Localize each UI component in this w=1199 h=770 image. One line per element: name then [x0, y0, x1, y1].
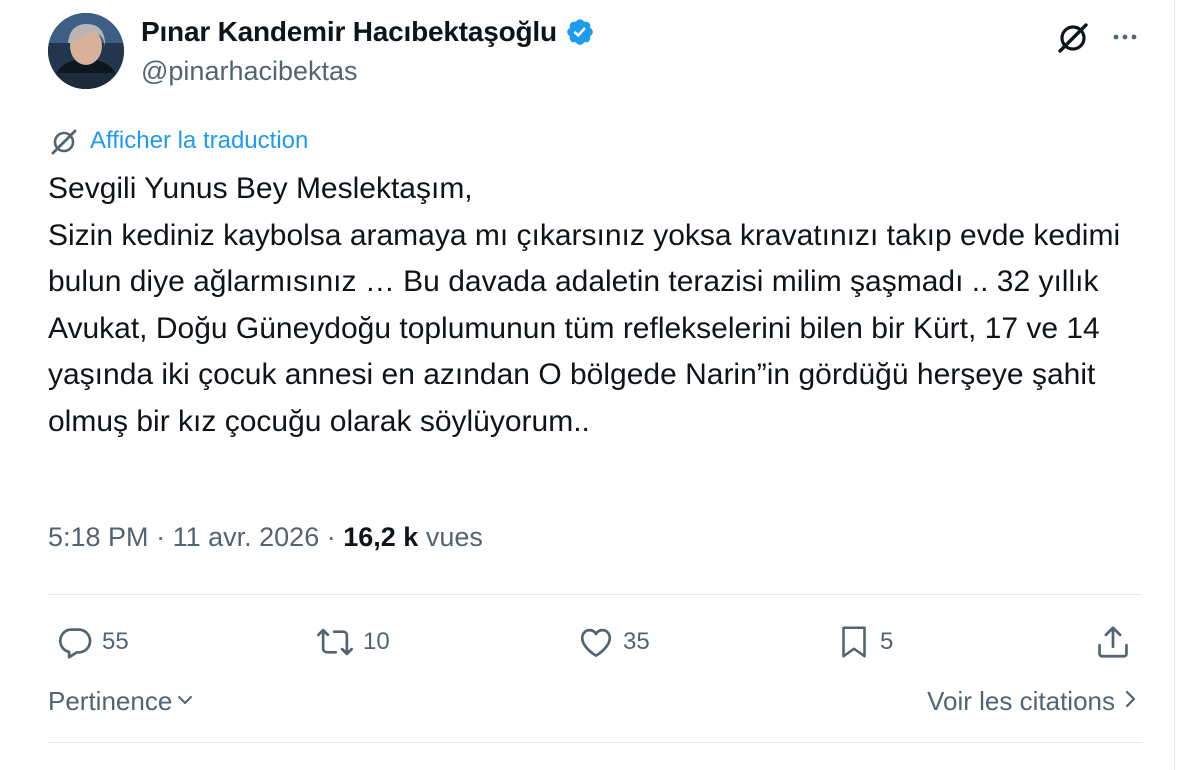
- like-icon: [577, 623, 615, 661]
- reply-count: 55: [102, 628, 129, 655]
- avatar[interactable]: [48, 13, 124, 89]
- view-quotes-link[interactable]: Voir les citations: [927, 686, 1137, 717]
- translate-icon: [48, 125, 80, 157]
- sort-dropdown[interactable]: Pertinence: [48, 686, 195, 717]
- author-display-name[interactable]: Pınar Kandemir Hacıbektaşoğlu: [141, 16, 595, 48]
- author-name-text: Pınar Kandemir Hacıbektaşoğlu: [141, 16, 557, 47]
- sort-label: Pertinence: [48, 686, 173, 716]
- views-label: vues: [425, 522, 483, 552]
- repost-icon: [315, 623, 355, 661]
- reply-icon: [56, 623, 94, 661]
- column-border: [1174, 0, 1175, 770]
- chevron-right-icon: [1123, 686, 1137, 717]
- chevron-down-icon: [175, 686, 195, 717]
- author-handle[interactable]: @pinarhacibektas: [141, 56, 358, 87]
- translate-label: Afficher la traduction: [90, 127, 309, 154]
- bookmark-icon: [836, 622, 872, 662]
- share-button[interactable]: [1094, 620, 1132, 664]
- quotes-label: Voir les citations: [927, 686, 1115, 716]
- bookmark-button[interactable]: 5: [836, 620, 893, 664]
- tweet-date[interactable]: 11 avr. 2026: [173, 522, 320, 552]
- reply-button[interactable]: 55: [56, 620, 129, 664]
- tweet-meta: 5:18 PM · 11 avr. 2026 · 16,2 k vues: [48, 522, 483, 553]
- divider-top: [48, 594, 1142, 595]
- meta-separator: ·: [156, 522, 166, 552]
- tweet-time[interactable]: 5:18 PM: [48, 522, 149, 552]
- meta-separator-2: ·: [326, 522, 336, 552]
- share-icon: [1094, 623, 1132, 661]
- bookmark-count: 5: [880, 628, 894, 655]
- like-button[interactable]: 35: [577, 620, 650, 664]
- like-count: 35: [623, 628, 650, 655]
- verified-badge-icon: [565, 17, 595, 47]
- grok-icon[interactable]: [1053, 17, 1093, 57]
- more-icon[interactable]: [1108, 20, 1142, 54]
- divider-bottom: [48, 742, 1142, 743]
- show-translation-link[interactable]: Afficher la traduction: [48, 125, 308, 157]
- views-count: 16,2 k: [343, 522, 419, 552]
- repost-count: 10: [363, 628, 390, 655]
- tweet-text: Sevgili Yunus Bey Meslektaşım, Sizin ked…: [48, 172, 1121, 438]
- repost-button[interactable]: 10: [315, 620, 390, 664]
